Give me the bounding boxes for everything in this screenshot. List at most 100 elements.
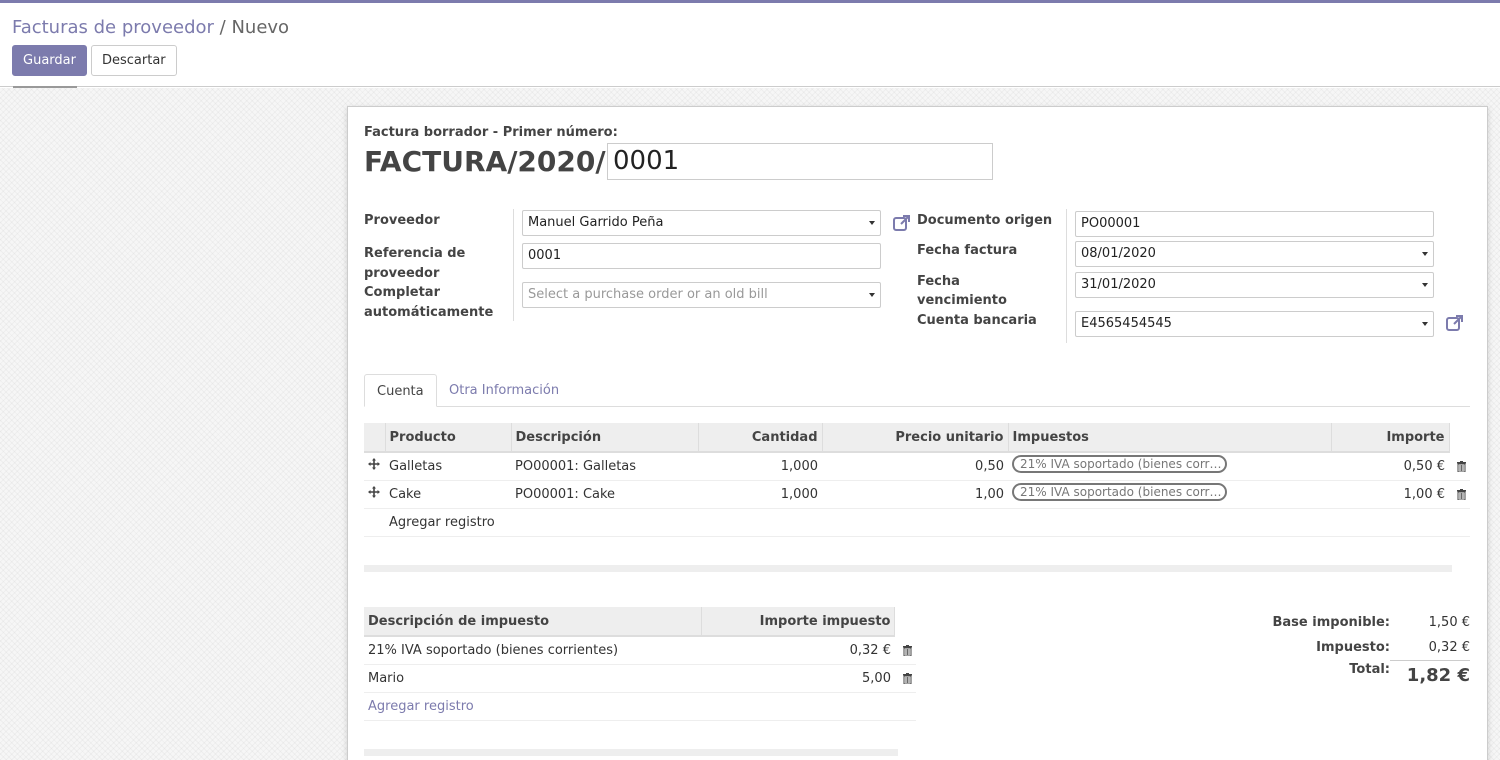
cell-tax-amount[interactable]: 0,32 € [701, 636, 895, 665]
invoice-date-input[interactable]: 08/01/2020 [1075, 241, 1434, 267]
due-date-input[interactable]: 31/01/2020 [1075, 272, 1434, 298]
table-header-row: Descripción de impuesto Importe impuesto [364, 607, 916, 637]
cell-unit-price[interactable]: 1,00 [822, 480, 1008, 509]
control-panel: Facturas de proveedor / Nuevo Guardar De… [0, 3, 1500, 87]
column-header-tax-amount[interactable]: Importe impuesto [701, 607, 896, 637]
field-separator [1066, 209, 1067, 343]
chevron-down-icon [869, 293, 875, 297]
add-line-row: Agregar registro [364, 508, 1470, 537]
total-value: 1,82 € [1390, 659, 1470, 690]
vendor-ref-input[interactable]: 0001 [522, 243, 881, 269]
lines-footer-bar [364, 565, 1452, 572]
autocomplete-label-1: Completar [364, 285, 440, 300]
trash-icon[interactable] [1449, 480, 1470, 509]
cell-taxes[interactable]: 21% IVA soportado (bienes corr… [1008, 480, 1331, 509]
cell-quantity[interactable]: 1,000 [698, 452, 822, 481]
column-header-amount[interactable]: Importe [1331, 423, 1450, 453]
chevron-down-icon [1422, 322, 1428, 326]
tax-tag: 21% IVA soportado (bienes corr… [1012, 483, 1227, 501]
vendor-ref-label-2: proveedor [364, 266, 440, 281]
invoice-prefix: FACTURA/2020/ [364, 145, 606, 178]
trash-column-header [1449, 423, 1470, 453]
column-header-taxes[interactable]: Impuestos [1008, 423, 1332, 453]
due-date-value: 31/01/2020 [1081, 277, 1156, 292]
bank-account-value: E4565454545 [1081, 316, 1172, 331]
cell-tax-name[interactable]: Mario [364, 664, 702, 693]
invoice-date-label: Fecha factura [917, 243, 1018, 258]
drag-handle-icon[interactable] [364, 452, 385, 481]
chevron-down-icon [869, 221, 875, 225]
bank-account-select[interactable]: E4565454545 [1075, 311, 1434, 337]
invoice-lines-table: Producto Descripción Cantidad Precio uni… [364, 423, 1470, 537]
column-header-tax-description[interactable]: Descripción de impuesto [364, 607, 703, 637]
breadcrumb: Facturas de proveedor / Nuevo [12, 17, 289, 38]
table-row[interactable]: Mario 5,00 [364, 664, 916, 693]
draft-label: Factura borrador - Primer número: [364, 125, 618, 140]
invoice-date-value: 08/01/2020 [1081, 246, 1156, 261]
field-separator [513, 209, 514, 321]
breadcrumb-parent[interactable]: Facturas de proveedor [12, 17, 214, 38]
trash-icon[interactable] [1449, 452, 1470, 481]
trash-icon[interactable] [894, 664, 916, 693]
table-row[interactable]: 21% IVA soportado (bienes corrientes) 0,… [364, 636, 916, 665]
tax-label: Impuesto: [1316, 640, 1390, 655]
totals-row: Impuesto: 0,32 € [1250, 635, 1470, 660]
vendor-select[interactable]: Manuel Garrido Peña [522, 210, 881, 236]
cell-tax-name[interactable]: 21% IVA soportado (bienes corrientes) [364, 636, 702, 665]
tax-tag: 21% IVA soportado (bienes corr… [1012, 455, 1227, 474]
base-label: Base imponible: [1272, 615, 1391, 630]
cell-amount: 1,00 € [1331, 480, 1449, 509]
breadcrumb-current: Nuevo [231, 17, 290, 38]
external-link-icon[interactable] [892, 213, 912, 233]
table-header-row: Producto Descripción Cantidad Precio uni… [364, 423, 1470, 453]
cell-unit-price[interactable]: 0,50 [822, 452, 1008, 481]
totals-row: Total: 1,82 € [1250, 659, 1470, 690]
table-row[interactable]: Galletas PO00001: Galletas 1,000 0,50 21… [364, 452, 1470, 481]
tab-cuenta[interactable]: Cuenta [364, 374, 437, 407]
add-line-link[interactable]: Agregar registro [385, 508, 1470, 537]
table-row[interactable]: Cake PO00001: Cake 1,000 1,00 21% IVA so… [364, 480, 1470, 509]
empty-cell [364, 508, 385, 537]
form-sheet: Factura borrador - Primer número: FACTUR… [347, 106, 1488, 760]
taxes-footer-bar [364, 749, 898, 756]
vendor-label: Proveedor [364, 213, 440, 228]
discard-button[interactable]: Descartar [91, 45, 177, 76]
trash-column-header [894, 607, 916, 637]
save-button[interactable]: Guardar [12, 45, 87, 76]
due-date-label-1: Fecha [917, 274, 960, 289]
add-tax-line-link[interactable]: Agregar registro [364, 692, 916, 721]
cell-quantity[interactable]: 1,000 [698, 480, 822, 509]
chevron-down-icon [1422, 252, 1428, 256]
add-line-row: Agregar registro [364, 692, 916, 721]
invoice-number-input[interactable]: 0001 [607, 143, 993, 180]
cell-description[interactable]: PO00001: Cake [511, 480, 698, 509]
handle-column-header [364, 423, 386, 453]
cell-amount: 0,50 € [1331, 452, 1449, 481]
autocomplete-select[interactable]: Select a purchase order or an old bill [522, 282, 881, 308]
cell-product[interactable]: Galletas [385, 452, 511, 481]
vendor-value: Manuel Garrido Peña [528, 215, 664, 230]
due-date-label-2: vencimiento [917, 293, 1007, 308]
trash-icon[interactable] [894, 636, 916, 665]
origin-input[interactable]: PO00001 [1075, 211, 1434, 237]
cell-description[interactable]: PO00001: Galletas [511, 452, 698, 481]
column-header-quantity[interactable]: Cantidad [698, 423, 823, 453]
autocomplete-label-2: automáticamente [364, 305, 494, 320]
total-label: Total: [1349, 662, 1390, 677]
totals-table: Base imponible: 1,50 € Impuesto: 0,32 € … [1250, 610, 1470, 690]
chevron-down-icon [1422, 283, 1428, 287]
cell-product[interactable]: Cake [385, 480, 511, 509]
column-header-unit-price[interactable]: Precio unitario [822, 423, 1009, 453]
bank-account-label: Cuenta bancaria [917, 313, 1037, 328]
column-header-product[interactable]: Producto [385, 423, 512, 453]
autocomplete-placeholder: Select a purchase order or an old bill [528, 287, 768, 302]
external-link-icon[interactable] [1445, 313, 1465, 333]
totals-row: Base imponible: 1,50 € [1250, 610, 1471, 635]
column-header-description[interactable]: Descripción [511, 423, 699, 453]
cell-tax-amount[interactable]: 5,00 [701, 664, 895, 693]
vendor-ref-label-1: Referencia de [364, 246, 466, 261]
cell-taxes[interactable]: 21% IVA soportado (bienes corr… [1008, 452, 1331, 481]
drag-handle-icon[interactable] [364, 480, 385, 509]
base-value: 1,50 € [1428, 615, 1470, 630]
tab-otra-informacion[interactable]: Otra Información [437, 374, 571, 407]
